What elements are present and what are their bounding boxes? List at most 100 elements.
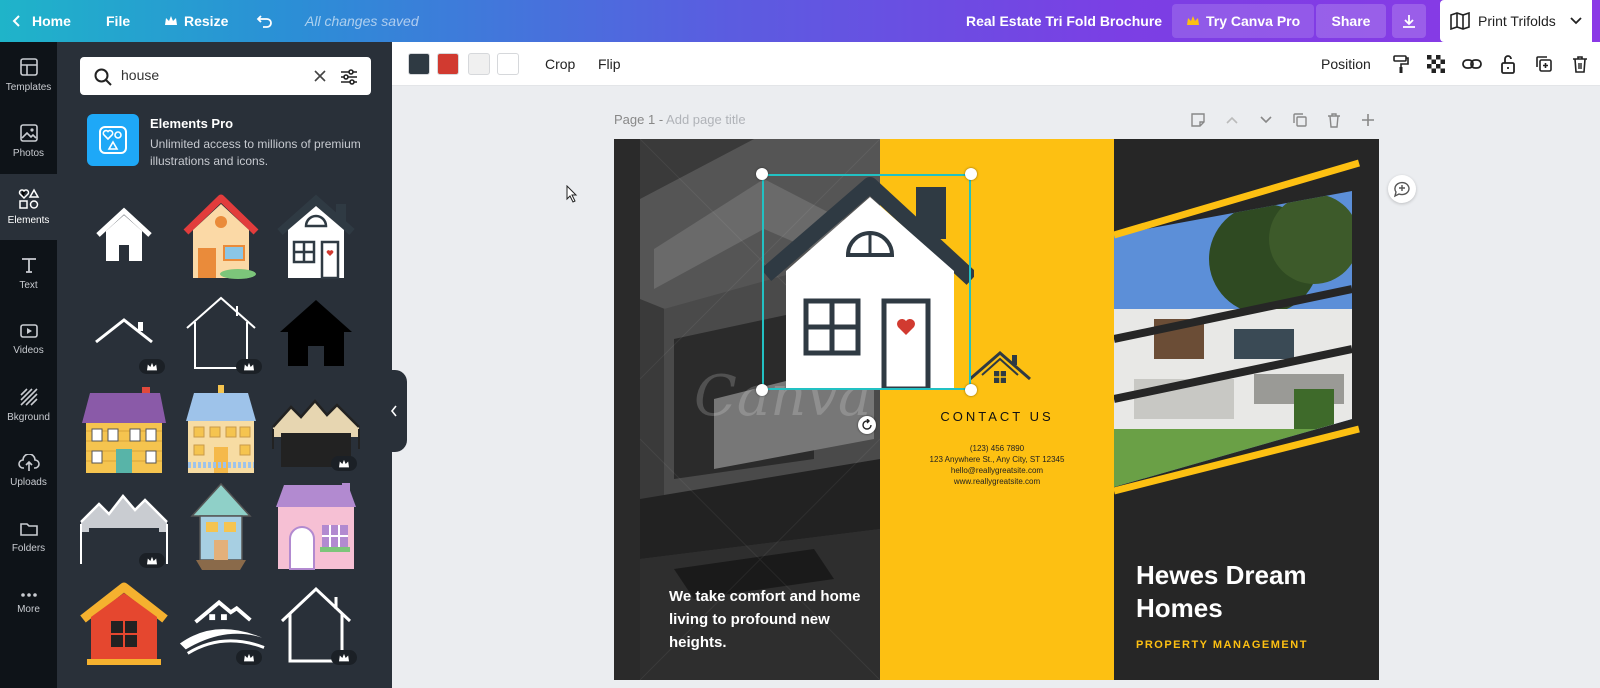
home-button[interactable]: Home <box>10 0 71 42</box>
house-element[interactable] <box>271 384 361 474</box>
crop-button[interactable]: Crop <box>545 56 575 72</box>
try-pro-button[interactable]: Try Canva Pro <box>1172 4 1315 38</box>
share-button[interactable]: Share <box>1316 4 1386 38</box>
house-element[interactable] <box>176 287 266 377</box>
rail-label: Text <box>19 280 38 291</box>
house-element[interactable] <box>176 190 266 280</box>
color-swatch[interactable] <box>497 53 519 75</box>
rail-item-uploads[interactable]: Uploads <box>0 438 57 504</box>
chevron-left-icon <box>390 405 397 417</box>
clear-icon[interactable] <box>313 69 327 83</box>
search-input[interactable] <box>121 67 301 83</box>
house-element[interactable] <box>79 578 169 668</box>
house-element[interactable] <box>271 481 361 571</box>
rail-item-templates[interactable]: Templates <box>0 42 57 108</box>
house-element[interactable] <box>79 384 169 474</box>
trash-icon <box>1328 113 1340 128</box>
brand-title[interactable]: Hewes Dream Homes <box>1136 559 1366 625</box>
house-element[interactable] <box>79 190 169 280</box>
house-element[interactable] <box>79 287 169 377</box>
document-title[interactable]: Real Estate Tri Fold Brochure <box>966 0 1162 42</box>
page-up-button[interactable] <box>1223 111 1241 129</box>
undo-button[interactable] <box>256 0 274 42</box>
print-button[interactable]: Print Trifolds <box>1440 0 1592 42</box>
rail-item-background[interactable]: Bkground <box>0 372 57 438</box>
rail-label: Bkground <box>7 412 50 423</box>
rail-item-folders[interactable]: Folders <box>0 504 57 570</box>
add-page-button[interactable] <box>1359 111 1377 129</box>
house-element[interactable] <box>79 481 169 571</box>
contact-phone[interactable]: (123) 456 7890 <box>880 444 1114 453</box>
add-comment-button[interactable] <box>1388 175 1416 203</box>
roof-line-icon <box>95 318 153 344</box>
house-element[interactable] <box>271 190 361 280</box>
note-icon <box>1191 113 1205 127</box>
page-title[interactable]: Page 1 - Add page title <box>614 112 746 127</box>
rail-item-text[interactable]: Text <box>0 240 57 306</box>
page-down-button[interactable] <box>1257 111 1275 129</box>
rotate-handle[interactable] <box>858 416 876 434</box>
copy-style-button[interactable] <box>1390 53 1412 75</box>
house-element[interactable] <box>176 384 266 474</box>
file-menu[interactable]: File <box>106 0 130 42</box>
brochure-quote[interactable]: We take comfort and home living to profo… <box>669 585 869 654</box>
download-button[interactable] <box>1392 4 1426 38</box>
premium-badge <box>331 456 357 471</box>
crown-icon <box>339 653 349 661</box>
brochure-right-panel[interactable]: Hewes Dream Homes PROPERTY MANAGEMENT <box>1114 139 1379 680</box>
rail-item-more[interactable]: More <box>0 570 57 636</box>
comment-icon <box>1393 181 1410 198</box>
design-page[interactable]: Canva We take comfort and home living to… <box>614 139 1379 680</box>
house-element[interactable] <box>176 481 266 571</box>
duplicate-icon <box>1536 56 1552 72</box>
left-rail: Templates Photos Elements Text Videos Bk… <box>0 42 57 688</box>
top-bar: Home File Resize All changes saved Real … <box>0 0 1600 42</box>
whimsical-house-icon <box>190 482 252 570</box>
house-element[interactable] <box>176 578 266 668</box>
crown-icon <box>147 362 157 370</box>
rail-label: Folders <box>11 543 46 554</box>
color-swatch[interactable] <box>408 53 430 75</box>
house-element[interactable] <box>271 578 361 668</box>
duplicate-button[interactable] <box>1533 53 1555 75</box>
page-duplicate-button[interactable] <box>1291 111 1309 129</box>
resize-handle[interactable] <box>965 384 977 396</box>
rail-item-photos[interactable]: Photos <box>0 108 57 174</box>
resize-handle[interactable] <box>965 168 977 180</box>
rail-item-elements[interactable]: Elements <box>0 174 57 240</box>
color-swatch[interactable] <box>437 53 459 75</box>
rail-label: Uploads <box>10 477 47 488</box>
link-icon <box>1462 59 1482 69</box>
selection-frame[interactable] <box>762 174 971 390</box>
download-icon <box>1403 15 1415 28</box>
contact-website[interactable]: www.reallygreatsite.com <box>880 477 1114 486</box>
brand-subtitle[interactable]: PROPERTY MANAGEMENT <box>1136 639 1308 651</box>
more-icon <box>20 593 37 597</box>
elements-pro-icon[interactable] <box>87 114 139 166</box>
page-title-placeholder[interactable]: Add page title <box>666 112 746 127</box>
contact-email[interactable]: hello@reallygreatsite.com <box>880 466 1114 475</box>
filter-icon[interactable] <box>340 68 358 86</box>
trash-icon <box>1573 56 1587 73</box>
contact-address[interactable]: 123 Anywhere St., Any City, ST 12345 <box>880 455 1114 464</box>
delete-button[interactable] <box>1569 53 1591 75</box>
rail-item-videos[interactable]: Videos <box>0 306 57 372</box>
transparency-button[interactable] <box>1425 53 1447 75</box>
collapse-panel-button[interactable] <box>381 370 407 452</box>
shapes-icon <box>99 126 127 154</box>
canva-editor: Home File Resize All changes saved Real … <box>0 0 1600 688</box>
background-icon <box>19 388 38 406</box>
resize-handle[interactable] <box>756 168 768 180</box>
page-delete-button[interactable] <box>1325 111 1343 129</box>
page-notes-button[interactable] <box>1189 111 1207 129</box>
link-button[interactable] <box>1461 53 1483 75</box>
position-button[interactable]: Position <box>1321 56 1371 72</box>
flip-button[interactable]: Flip <box>598 56 621 72</box>
house-element[interactable] <box>271 287 361 377</box>
color-swatch[interactable] <box>468 53 490 75</box>
lock-button[interactable] <box>1497 53 1519 75</box>
contact-title[interactable]: CONTACT US <box>880 409 1114 424</box>
resize-button[interactable]: Resize <box>164 0 228 42</box>
resize-handle[interactable] <box>756 384 768 396</box>
promo-title[interactable]: Elements Pro <box>150 116 233 131</box>
